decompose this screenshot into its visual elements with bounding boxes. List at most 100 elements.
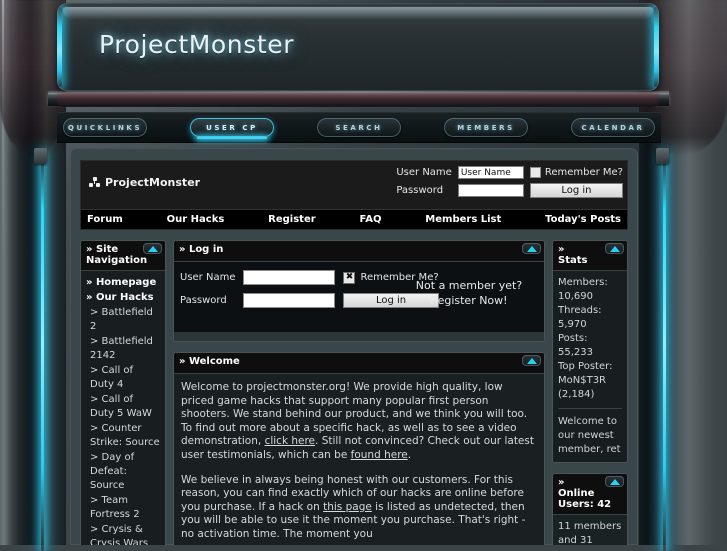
sidebar-item-label[interactable]: > Day of Defeat: Source xyxy=(90,452,134,491)
sidebar-item-label[interactable]: > Crysis & Crysis Wars xyxy=(90,524,148,545)
tab-faq[interactable]: FAQ xyxy=(354,214,388,225)
sidebar-item-battlefield-2142[interactable]: > Battlefield 2142 xyxy=(86,335,160,363)
sidebar-item-battlefield-2[interactable]: > Battlefield 2 xyxy=(86,306,160,334)
stats-panel-body: Members: 10,690 Threads: 5,970 Posts: 55… xyxy=(553,271,627,462)
site-navigation-header: » Site Navigation xyxy=(81,241,165,271)
stats-newest-member: Welcome to our newest member, ret xyxy=(558,416,621,455)
sidebar-item-call-of-duty-5-waw[interactable]: > Call of Duty 5 WaW xyxy=(86,393,160,421)
board-columns: » Site Navigation » Homepage » Our Hacks… xyxy=(80,240,628,545)
collapse-chevron-up-icon[interactable] xyxy=(605,243,624,254)
stats-posts-value: 55,233 xyxy=(558,347,593,358)
stats-divider xyxy=(558,408,622,409)
sidebar-item-team-fortress-2[interactable]: > Team Fortress 2 xyxy=(86,494,160,522)
sidebar-item-crysis[interactable]: > Crysis & Crysis Wars xyxy=(86,523,160,545)
sidebar-item-label[interactable]: > Battlefield 2 xyxy=(90,307,153,332)
forum-board: ProjectMonster User Name Remember Me? Pa… xyxy=(70,148,638,545)
sidebar-item-label[interactable]: > Call of Duty 5 WaW xyxy=(90,394,152,419)
top-nav-bar: QUICKLINKS USER CP SEARCH MEMBERS CALEND… xyxy=(57,112,661,143)
header-password-input[interactable] xyxy=(457,184,524,197)
welcome-panel-body: Welcome to projectmonster.org! We provid… xyxy=(174,374,544,545)
stats-members-label: Members: xyxy=(558,277,608,288)
click-here-link[interactable]: click here xyxy=(265,435,315,447)
stats-title-marker: » xyxy=(558,244,565,255)
left-sidebar: » Site Navigation » Homepage » Our Hacks… xyxy=(80,240,166,545)
found-here-link[interactable]: found here xyxy=(351,449,408,461)
checkbox-checked-icon[interactable]: ✖ xyxy=(343,271,356,284)
nav-button-user-cp[interactable]: USER CP xyxy=(190,118,274,137)
board-brand: ProjectMonster xyxy=(89,176,200,189)
site-logo-text: ProjectMonster xyxy=(99,30,295,59)
sidebar-item-our-hacks[interactable]: » Our Hacks xyxy=(86,291,160,305)
online-users-summary: 11 members and 31 guests xyxy=(553,515,627,545)
stats-members-value: 10,690 xyxy=(558,291,593,302)
sidebar-item-label[interactable]: > Call of Duty 4 xyxy=(90,365,133,390)
header-remember-me[interactable]: Remember Me? xyxy=(529,167,623,178)
this-page-link[interactable]: this page xyxy=(323,501,372,513)
sidebar-item-label[interactable]: » Our Hacks xyxy=(86,292,154,303)
login-password-input[interactable] xyxy=(243,293,336,308)
collapse-chevron-up-icon[interactable] xyxy=(522,243,541,254)
stats-top-poster-value: MoN$T3R (2,184) xyxy=(558,375,607,400)
stats-panel-header: » Stats xyxy=(553,241,627,271)
sidebar-item-label[interactable]: > Team Fortress 2 xyxy=(90,495,140,520)
tab-todays-posts[interactable]: Today's Posts xyxy=(539,214,627,225)
online-summary-text: 11 members and 31 guests xyxy=(558,521,622,545)
online-title-marker: » xyxy=(558,477,565,488)
site-navigation-title-line2: Navigation xyxy=(86,255,148,266)
stats-posts-label: Posts: xyxy=(558,333,588,344)
sidebar-item-day-of-defeat-source[interactable]: > Day of Defeat: Source xyxy=(86,451,160,493)
login-form: User Name ✖ Remember Me? Password Log in xyxy=(180,270,439,308)
login-panel-title: » Log in xyxy=(179,244,224,255)
sidebar-item-homepage[interactable]: » Homepage xyxy=(86,276,160,290)
board-brand-label: ProjectMonster xyxy=(105,176,201,189)
sidebar-item-call-of-duty-4[interactable]: > Call of Duty 4 xyxy=(86,364,160,392)
tab-members-list[interactable]: Members List xyxy=(419,214,507,225)
welcome-paragraph-2: We believe in always being honest with o… xyxy=(181,474,537,542)
sidebar-item-counter-strike-source[interactable]: > Counter Strike: Source xyxy=(86,422,160,450)
nav-button-quicklinks[interactable]: QUICKLINKS xyxy=(63,118,147,137)
login-username-input[interactable] xyxy=(243,270,336,285)
network-cluster-icon xyxy=(89,177,100,188)
main-column: » Log in User Name ✖ Remember Me? Passwo… xyxy=(173,240,545,545)
login-username-label: User Name xyxy=(180,272,236,283)
online-title-line1: Online xyxy=(558,488,595,499)
welcome-text-1c: . xyxy=(407,448,412,461)
tab-register[interactable]: Register xyxy=(262,214,322,225)
collapse-chevron-up-icon[interactable] xyxy=(143,243,162,254)
logo-underbar xyxy=(57,92,659,107)
login-password-label: Password xyxy=(180,295,227,306)
nav-button-calendar[interactable]: CALENDAR xyxy=(571,118,655,137)
online-users-header: » Online Users: 42 xyxy=(553,474,627,515)
register-now-link[interactable]: Register Now! xyxy=(430,294,507,307)
sidebar-item-label[interactable]: > Battlefield 2142 xyxy=(90,336,153,361)
online-users-panel: » Online Users: 42 11 members and 31 gue… xyxy=(552,473,628,545)
register-promo-line1: Not a member yet? xyxy=(415,279,523,292)
welcome-panel: » Welcome Welcome to projectmonster.org!… xyxy=(173,352,545,545)
tab-our-hacks[interactable]: Our Hacks xyxy=(161,214,231,225)
site-logo-panel: ProjectMonster xyxy=(57,3,659,91)
header-login-form: User Name Remember Me? Password Log in xyxy=(396,166,623,198)
nav-button-members[interactable]: MEMBERS xyxy=(444,118,528,137)
collapse-chevron-up-icon[interactable] xyxy=(605,476,624,487)
collapse-chevron-up-icon[interactable] xyxy=(522,355,541,366)
logo-left-neon xyxy=(57,7,62,87)
site-navigation-title-line1: » Site xyxy=(86,244,119,255)
stats-threads-label: Threads: xyxy=(558,305,602,316)
site-navigation-list: » Homepage » Our Hacks > Battlefield 2 >… xyxy=(86,276,160,545)
nav-button-search[interactable]: SEARCH xyxy=(317,118,401,137)
site-navigation-panel: » Site Navigation » Homepage » Our Hacks… xyxy=(80,240,166,545)
checkbox-icon[interactable] xyxy=(529,167,541,178)
welcome-paragraph-1: Welcome to projectmonster.org! We provid… xyxy=(181,381,537,463)
sidebar-item-label[interactable]: > Counter Strike: Source xyxy=(90,423,160,448)
header-remember-label: Remember Me? xyxy=(544,167,623,178)
stats-panel-title: Stats xyxy=(558,255,588,266)
right-sidebar: » Stats Members: 10,690 Threads: 5,970 P… xyxy=(552,240,628,545)
stats-threads-value: 5,970 xyxy=(558,319,587,330)
left-neon-light xyxy=(41,152,44,551)
sidebar-item-label[interactable]: » Homepage xyxy=(86,277,156,288)
site-navigation-body: » Homepage » Our Hacks > Battlefield 2 >… xyxy=(81,271,165,545)
right-neon-clamp xyxy=(656,148,669,164)
header-login-button[interactable]: Log in xyxy=(529,183,623,198)
header-username-input[interactable] xyxy=(457,166,524,179)
tab-forum[interactable]: Forum xyxy=(81,214,129,225)
